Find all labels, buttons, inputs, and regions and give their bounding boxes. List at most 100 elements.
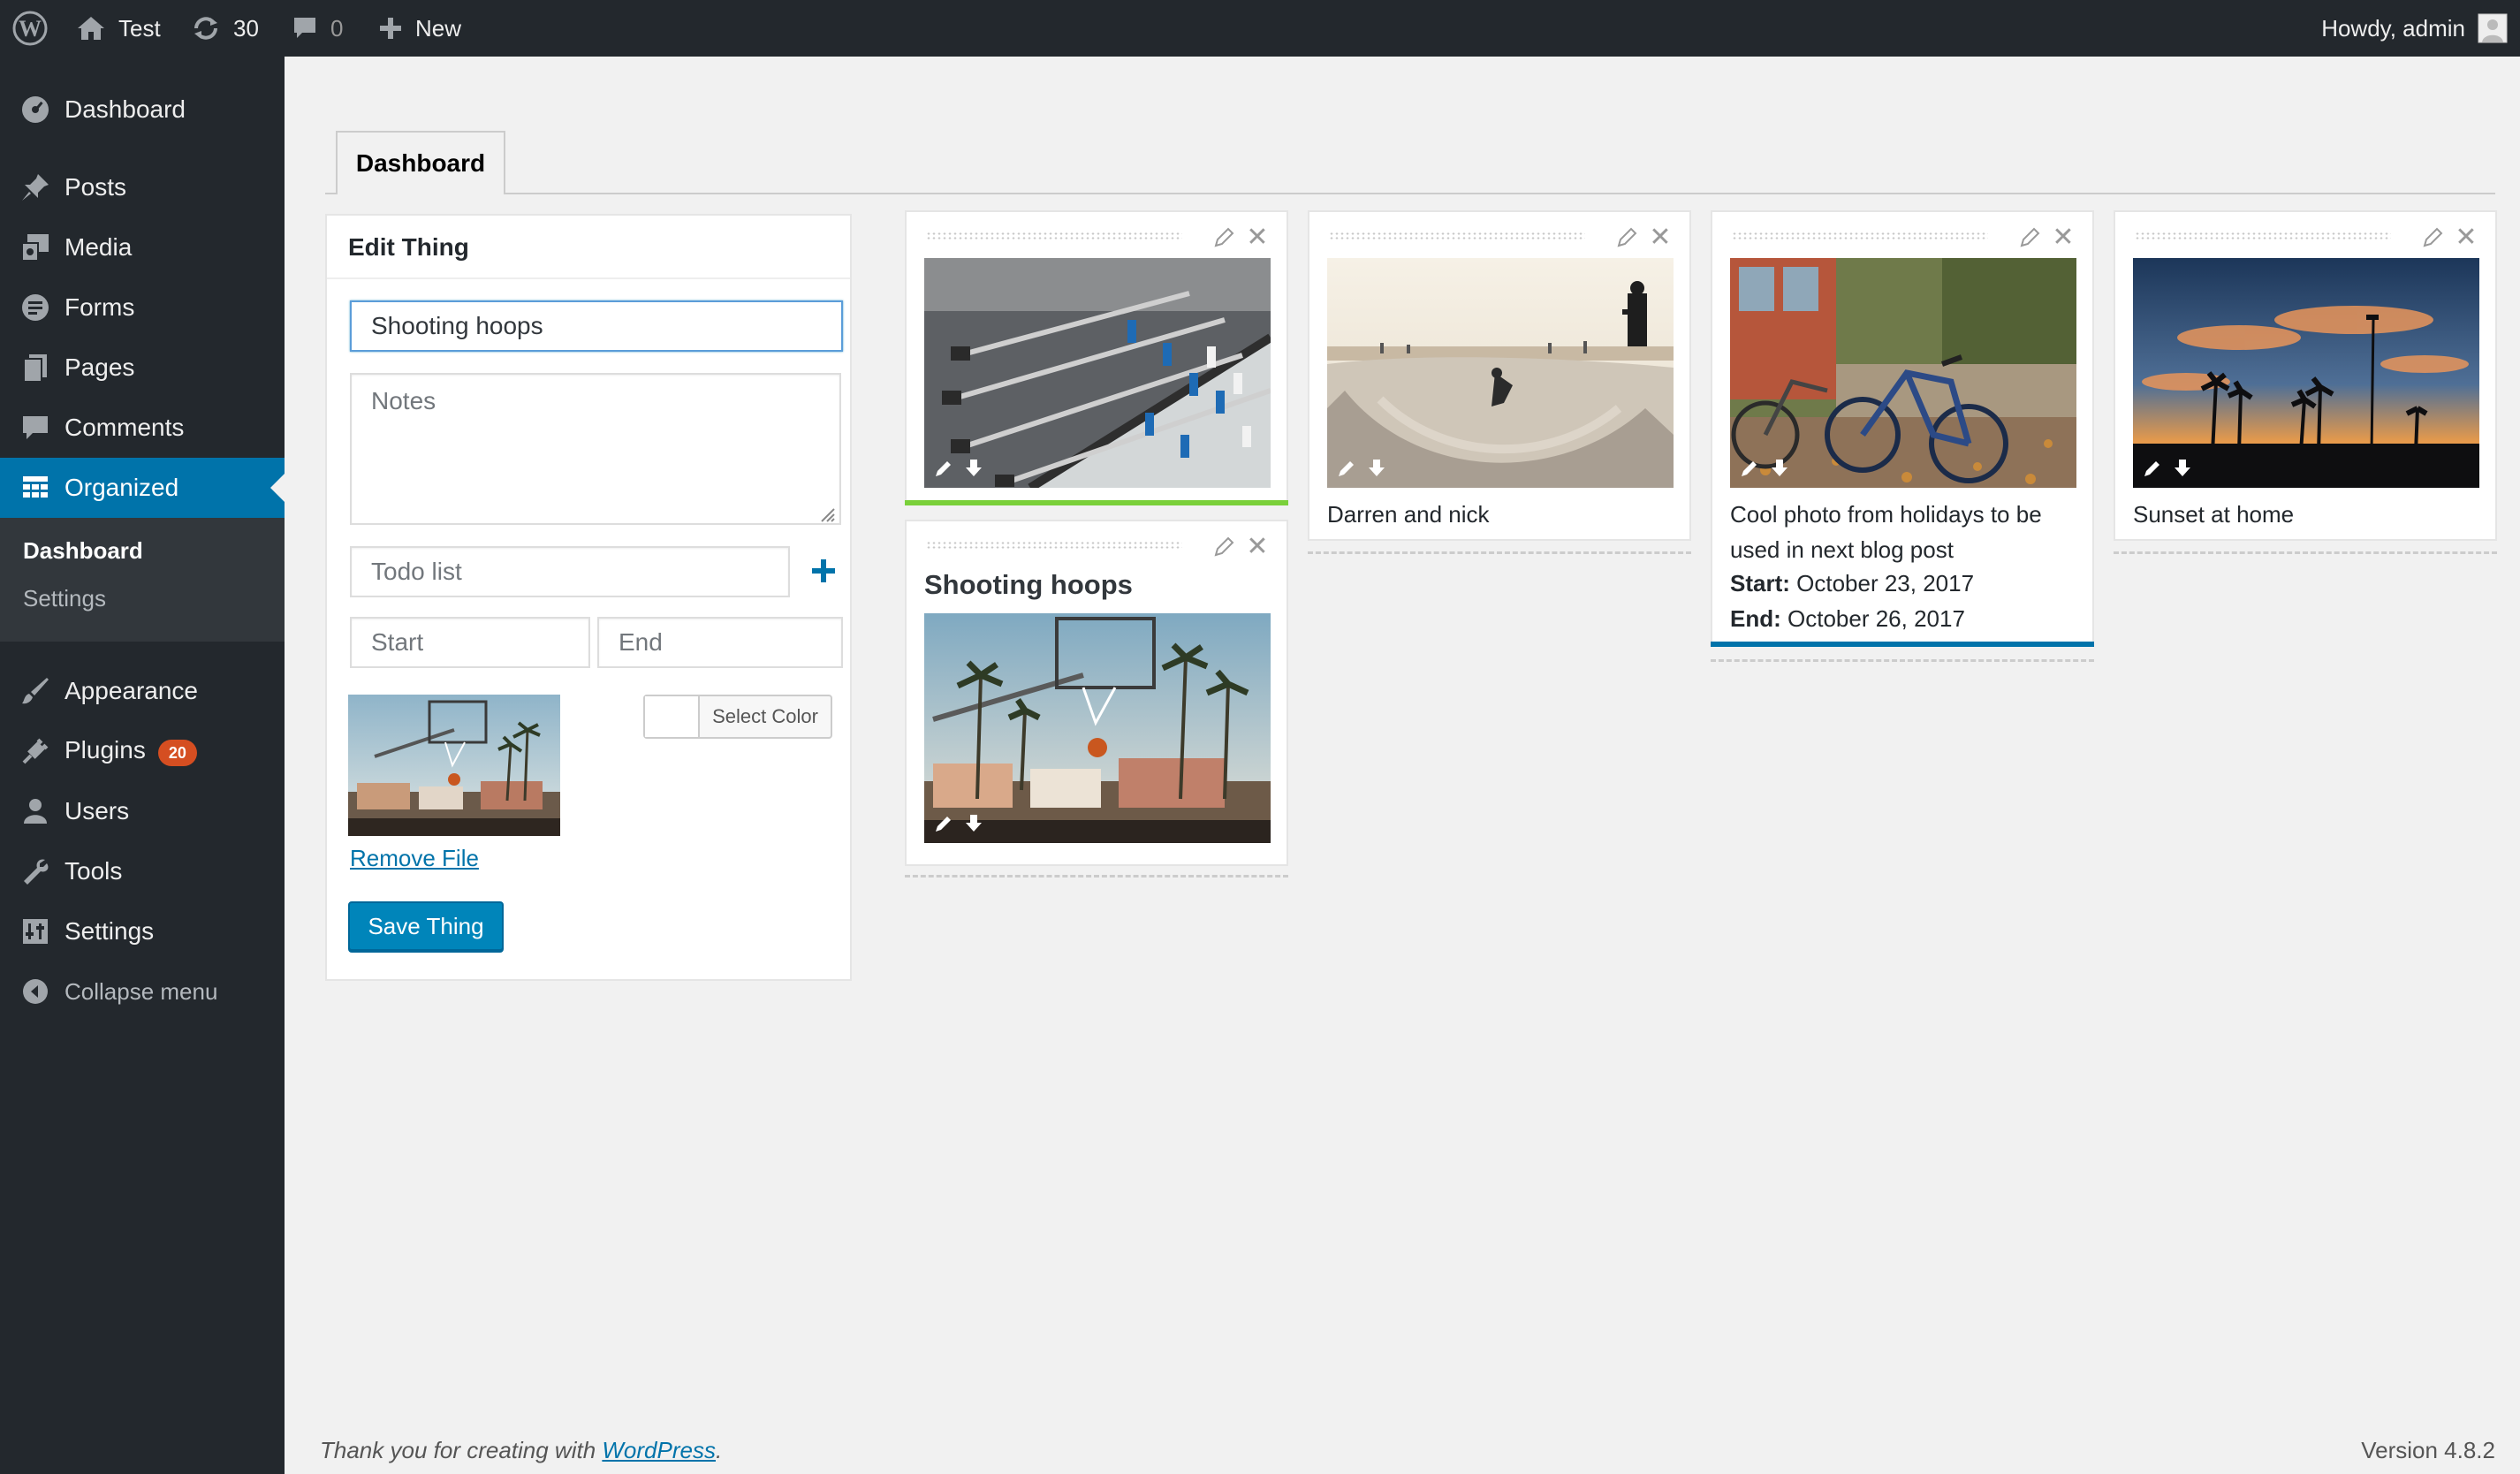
site-name-link[interactable]: Test <box>76 0 161 57</box>
menu-forms[interactable]: Forms <box>0 277 285 338</box>
drag-handle[interactable] <box>1732 232 1988 240</box>
user-icon <box>18 794 53 829</box>
greeting: Howdy, admin <box>2321 14 2465 42</box>
menu-media[interactable]: Media <box>0 217 285 277</box>
start-date-input[interactable] <box>350 617 590 668</box>
pencil-edit-icon[interactable] <box>1211 534 1237 560</box>
plus-icon <box>378 16 403 41</box>
card-accent-bar <box>905 500 1288 505</box>
card-caption: Cool photo from holidays to be used in n… <box>1730 501 2042 563</box>
menu-users[interactable]: Users <box>0 781 285 841</box>
comment-bubble-icon <box>292 15 318 42</box>
wordpress-link[interactable]: WordPress <box>602 1437 716 1463</box>
card-darren-and-nick[interactable]: ✕ Darren and nick <box>1308 210 1691 541</box>
card-title: Shooting hoops <box>924 569 1133 600</box>
menu-dashboard[interactable]: Dashboard <box>0 80 285 140</box>
divider <box>327 277 850 279</box>
plug-icon <box>18 733 53 769</box>
forms-icon <box>18 290 53 325</box>
download-overlay-icon[interactable] <box>2172 458 2193 479</box>
pencil-overlay-icon[interactable] <box>1336 458 1357 479</box>
collapse-menu-button[interactable]: Collapse menu <box>0 961 285 1022</box>
start-value: October 23, 2017 <box>1796 570 1975 596</box>
updates-count: 30 <box>233 14 259 42</box>
download-overlay-icon[interactable] <box>1366 458 1387 479</box>
wordpress-logo-icon[interactable]: W <box>12 0 48 57</box>
download-overlay-icon[interactable] <box>963 813 984 834</box>
menu-settings[interactable]: Settings <box>0 901 285 961</box>
settings-icon <box>18 914 53 949</box>
add-todo-plus-icon[interactable] <box>804 550 843 592</box>
card-sunset[interactable]: ✕ Sunset at home <box>2114 210 2497 541</box>
end-date-input[interactable] <box>597 617 843 668</box>
footer-thanks: Thank you for creating with WordPress. <box>320 1437 723 1463</box>
remove-file-link[interactable]: Remove File <box>350 845 479 872</box>
pencil-edit-icon[interactable] <box>1613 224 1640 251</box>
pencil-overlay-icon[interactable] <box>2142 458 2163 479</box>
resize-grip-icon[interactable] <box>816 504 836 523</box>
pencil-overlay-icon[interactable] <box>933 458 954 479</box>
drag-handle[interactable] <box>2135 232 2391 240</box>
comment-icon <box>18 410 53 445</box>
menu-organized[interactable]: Organized <box>0 458 285 518</box>
card-caption: Sunset at home <box>2133 501 2295 528</box>
pencil-edit-icon[interactable] <box>2016 224 2043 251</box>
menu-pages[interactable]: Pages <box>0 338 285 398</box>
site-name: Test <box>118 14 161 42</box>
download-overlay-icon[interactable] <box>963 458 984 479</box>
drop-zone-placeholder <box>1711 659 2094 662</box>
close-icon[interactable]: ✕ <box>2453 224 2479 251</box>
card-shooting-hoops[interactable]: ✕ Shooting hoops <box>905 520 1288 866</box>
card-foosball[interactable]: ✕ <box>905 210 1288 505</box>
attached-image-preview <box>348 695 560 836</box>
menu-appearance[interactable]: Appearance <box>0 661 285 721</box>
todo-list-input[interactable] <box>350 546 790 597</box>
edit-panel-title: Edit Thing <box>348 233 469 261</box>
menu-plugins[interactable]: Plugins 20 <box>0 721 285 781</box>
menu-comments[interactable]: Comments <box>0 398 285 458</box>
menu-posts[interactable]: Posts <box>0 157 285 217</box>
submenu-dashboard[interactable]: Dashboard <box>23 537 143 565</box>
drag-handle[interactable] <box>926 541 1182 550</box>
close-icon[interactable]: ✕ <box>1244 534 1271 560</box>
close-icon[interactable]: ✕ <box>1647 224 1674 251</box>
edit-thing-panel: Edit Thing Select Color Remove File Save… <box>325 214 852 981</box>
dashboard-icon <box>18 92 53 127</box>
updates-link[interactable]: 30 <box>191 0 259 57</box>
submenu-settings[interactable]: Settings <box>23 585 106 612</box>
close-icon[interactable]: ✕ <box>2050 224 2076 251</box>
comments-link[interactable]: 0 <box>292 0 343 57</box>
menu-label: Posts <box>65 173 127 201</box>
card-image <box>2133 258 2479 488</box>
start-label: Start: <box>1730 570 1790 596</box>
select-color-button[interactable]: Select Color <box>643 695 832 739</box>
save-thing-button[interactable]: Save Thing <box>348 901 504 951</box>
end-label: End: <box>1730 605 1781 632</box>
menu-tools[interactable]: Tools <box>0 841 285 901</box>
menu-label: Appearance <box>65 677 199 704</box>
pencil-edit-icon[interactable] <box>2419 224 2446 251</box>
tab-dashboard[interactable]: Dashboard <box>336 131 505 194</box>
my-account-link[interactable]: Howdy, admin <box>2321 0 2508 57</box>
close-icon[interactable]: ✕ <box>1244 224 1271 251</box>
organized-submenu: Dashboard Settings <box>0 518 285 642</box>
drop-zone-placeholder <box>2114 551 2497 554</box>
notes-field[interactable] <box>350 373 841 525</box>
download-overlay-icon[interactable] <box>1769 458 1790 479</box>
image-overlay-actions <box>933 813 984 834</box>
menu-label: Dashboard <box>65 95 186 123</box>
brush-icon <box>18 673 53 709</box>
thing-title-input[interactable] <box>350 300 843 352</box>
card-holiday-photo[interactable]: ✕ Cool photo from holidays to be used in… <box>1711 210 2094 647</box>
drag-handle[interactable] <box>1329 232 1585 240</box>
drag-handle[interactable] <box>926 232 1182 240</box>
drop-zone-placeholder <box>1308 551 1691 554</box>
new-content-link[interactable]: New <box>378 0 461 57</box>
card-caption: Darren and nick <box>1327 501 1490 528</box>
grid-icon <box>18 470 53 505</box>
pencil-overlay-icon[interactable] <box>1739 458 1760 479</box>
pencil-edit-icon[interactable] <box>1211 224 1237 251</box>
pencil-overlay-icon[interactable] <box>933 813 954 834</box>
image-overlay-actions <box>1336 458 1387 479</box>
collapse-arrow-icon <box>18 974 53 1009</box>
